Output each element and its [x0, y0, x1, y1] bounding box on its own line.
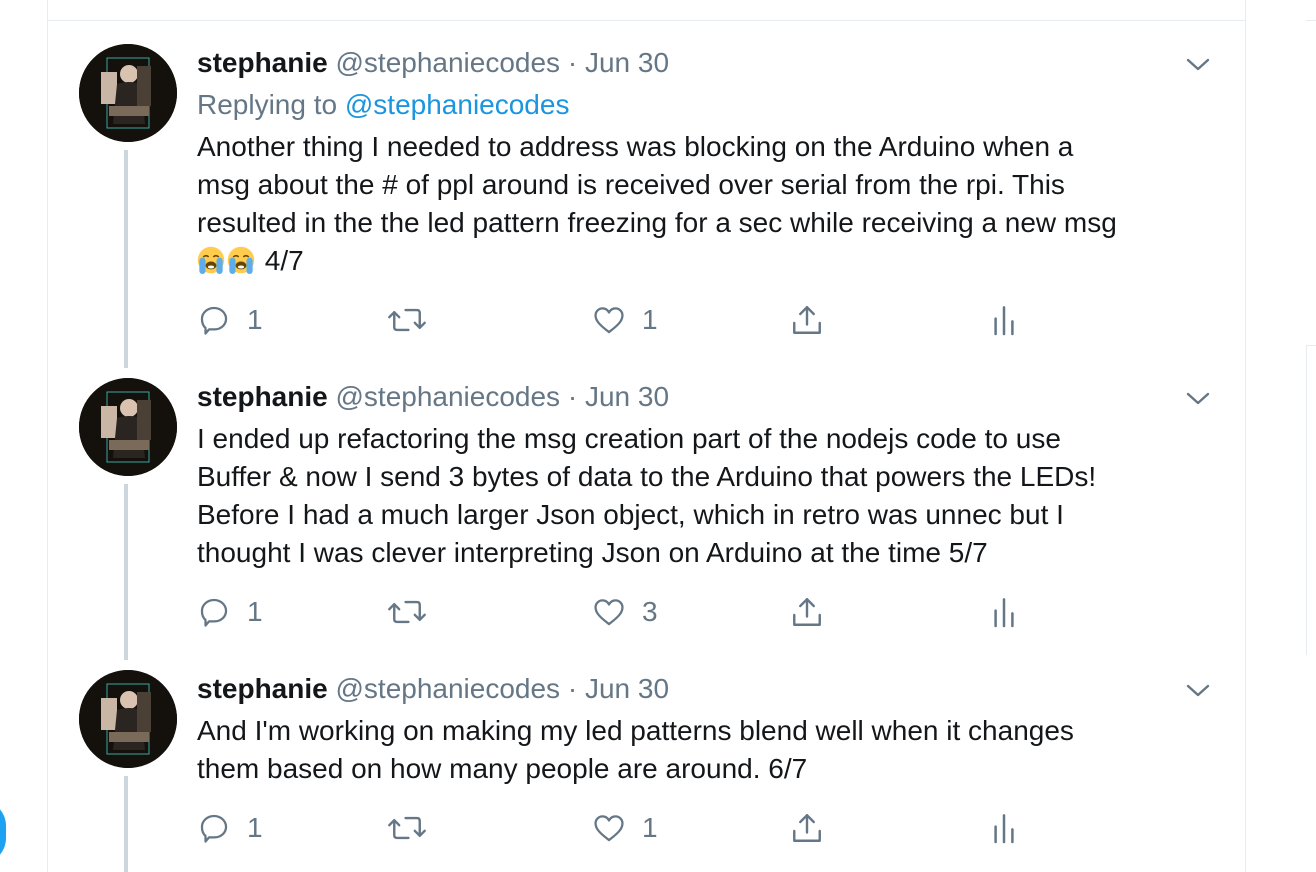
like-button[interactable]: 1 — [592, 810, 658, 846]
tweet-actions: 1 1 — [197, 810, 1097, 846]
chevron-down-icon[interactable] — [1184, 676, 1212, 704]
tweet-date[interactable]: Jun 30 — [585, 673, 669, 704]
analytics-icon — [994, 814, 1014, 844]
retweet-button[interactable] — [387, 810, 427, 846]
tweet[interactable]: stephanie @stephaniecodes · Jun 30 And I… — [48, 0, 1245, 872]
retweet-icon — [388, 816, 426, 840]
tweet-text-line: And I'm working on making my led pattern… — [197, 715, 1074, 746]
share-icon — [793, 814, 821, 842]
reply-count: 1 — [247, 812, 263, 843]
heart-icon — [594, 815, 624, 842]
reply-icon — [200, 814, 228, 843]
reply-button[interactable]: 1 — [197, 810, 263, 846]
tweet-header: stephanie @stephaniecodes · Jun 30 — [197, 672, 669, 706]
right-sidebar-edge — [1306, 0, 1316, 872]
avatar[interactable] — [79, 670, 177, 768]
separator-dot: · — [567, 673, 578, 704]
share-button[interactable] — [789, 810, 825, 846]
analytics-button[interactable] — [990, 810, 1018, 846]
tweet-text: And I'm working on making my led pattern… — [197, 712, 1227, 788]
like-count: 1 — [642, 812, 658, 843]
timeline-column: stephanie @stephaniecodes · Jun 30 Reply… — [47, 0, 1246, 872]
user-handle[interactable]: @stephaniecodes — [335, 673, 560, 704]
display-name[interactable]: stephanie — [197, 673, 328, 704]
page: stephanie @stephaniecodes · Jun 30 Reply… — [0, 0, 1316, 872]
avatar-image — [79, 670, 177, 768]
tweet-text-line: them based on how many people are around… — [197, 753, 808, 784]
compose-fab-edge[interactable] — [0, 800, 6, 864]
